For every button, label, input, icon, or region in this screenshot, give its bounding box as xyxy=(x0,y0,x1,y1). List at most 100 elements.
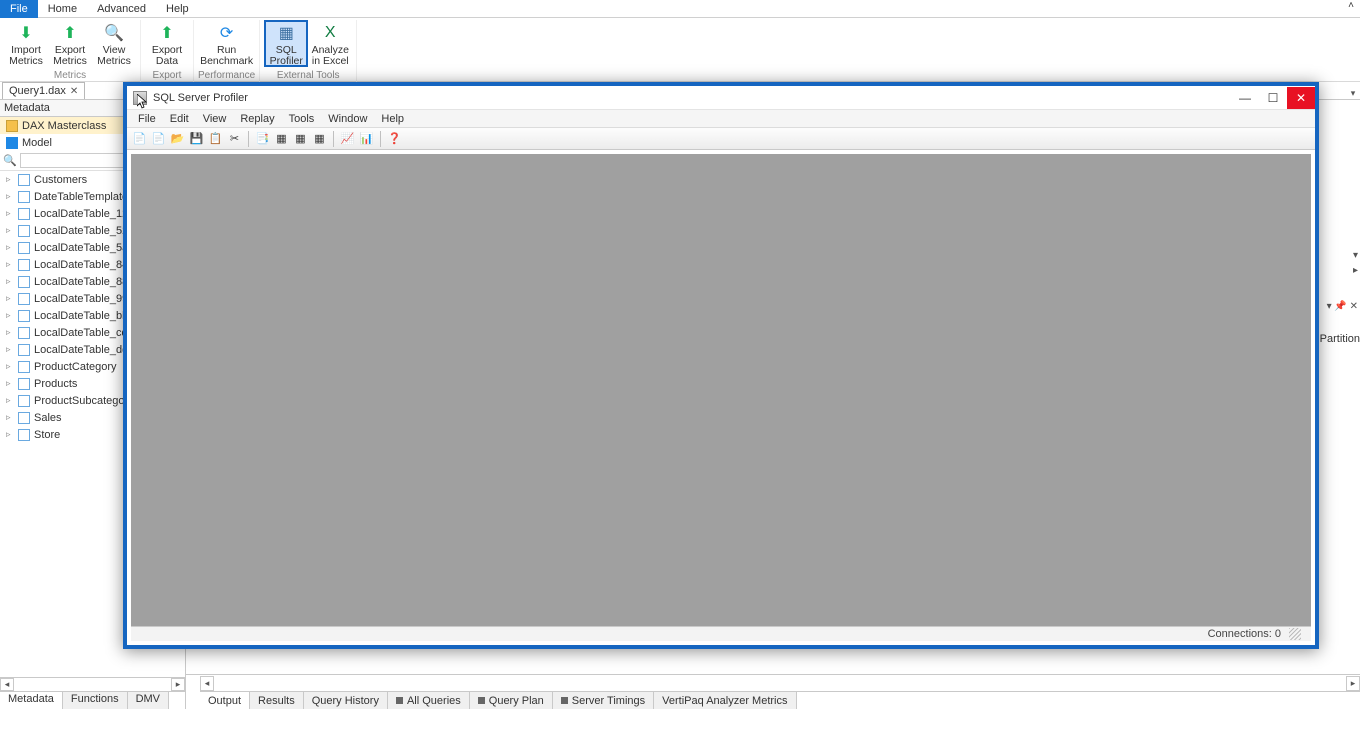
profiler-toolbar-button[interactable]: ✂ xyxy=(226,130,243,147)
output-tab-query-history[interactable]: Query History xyxy=(304,692,388,709)
profiler-toolbar-button[interactable]: 📄 xyxy=(150,130,167,147)
pane-toggle-icon[interactable]: ▾ xyxy=(1353,250,1358,261)
expand-icon[interactable]: ▹ xyxy=(6,344,14,355)
pane-pin-icon[interactable]: ▾ 📌 ✕ xyxy=(1327,301,1358,312)
expand-icon[interactable]: ▹ xyxy=(6,327,14,338)
scroll-left-icon[interactable]: ◂ xyxy=(200,676,214,691)
output-tab-query-plan[interactable]: Query Plan xyxy=(470,692,553,709)
folder-icon xyxy=(6,120,18,132)
profiler-toolbar-button[interactable]: ❓ xyxy=(386,130,403,147)
export-metrics-icon: ⬆ xyxy=(59,22,81,44)
table-icon xyxy=(18,293,30,305)
output-tab-server-timings[interactable]: Server Timings xyxy=(553,692,654,709)
profiler-toolbar-button[interactable]: 📊 xyxy=(358,130,375,147)
stop-icon xyxy=(396,697,403,704)
tab-advanced[interactable]: Advanced xyxy=(87,0,156,18)
profiler-toolbar-button[interactable]: ▦ xyxy=(311,130,328,147)
profiler-toolbar-button[interactable]: 📋 xyxy=(207,130,224,147)
metadata-tab-functions[interactable]: Functions xyxy=(63,692,128,709)
table-icon xyxy=(18,395,30,407)
pane-expand-icon[interactable]: ▸ xyxy=(1353,265,1358,276)
scroll-right-icon[interactable]: ▸ xyxy=(171,678,185,691)
close-button[interactable]: ✕ xyxy=(1287,87,1315,109)
expand-icon[interactable]: ▹ xyxy=(6,429,14,440)
expand-icon[interactable]: ▹ xyxy=(6,361,14,372)
output-tab-results[interactable]: Results xyxy=(250,692,304,709)
expand-icon[interactable]: ▹ xyxy=(6,395,14,406)
doc-tab-overflow-icon[interactable]: ▾ xyxy=(1346,88,1360,99)
profiler-toolbar-button[interactable]: 💾 xyxy=(188,130,205,147)
profiler-menu-file[interactable]: File xyxy=(131,113,163,125)
tab-label: VertiPaq Analyzer Metrics xyxy=(662,695,787,707)
profiler-toolbar-button[interactable]: ▦ xyxy=(292,130,309,147)
stop-icon xyxy=(478,697,485,704)
ribbon-group-label: External Tools xyxy=(277,70,340,81)
metadata-bottom-tabs: MetadataFunctionsDMV xyxy=(0,691,185,709)
output-tab-all-queries[interactable]: All Queries xyxy=(388,692,470,709)
profiler-statusbar: Connections: 0 xyxy=(131,626,1311,641)
expand-icon[interactable]: ▹ xyxy=(6,310,14,321)
app-menu-tabs: File Home Advanced Help ˄ xyxy=(0,0,1360,18)
profiler-toolbar-button[interactable]: 📂 xyxy=(169,130,186,147)
table-icon xyxy=(18,242,30,254)
table-label: ProductCategory xyxy=(34,361,117,373)
expand-icon[interactable]: ▹ xyxy=(6,293,14,304)
maximize-button[interactable]: ☐ xyxy=(1259,87,1287,109)
expand-icon[interactable]: ▹ xyxy=(6,242,14,253)
resize-grip-icon[interactable] xyxy=(1289,628,1301,640)
profiler-menu-tools[interactable]: Tools xyxy=(282,113,322,125)
expand-icon[interactable]: ▹ xyxy=(6,276,14,287)
editor-hscroll[interactable]: ◂ ▸ xyxy=(186,674,1360,691)
partition-header: Partition xyxy=(1320,333,1360,345)
output-tabs: OutputResults Query History All QueriesQue… xyxy=(200,691,1360,709)
expand-icon[interactable]: ▹ xyxy=(6,378,14,389)
table-label: Sales xyxy=(34,412,62,424)
minimize-button[interactable]: — xyxy=(1231,87,1259,109)
profiler-toolbar-button[interactable]: 📑 xyxy=(254,130,271,147)
connections-label: Connections: 0 xyxy=(1208,628,1281,640)
profiler-toolbar-button[interactable]: ▦ xyxy=(273,130,290,147)
profiler-titlebar[interactable]: SQL Server Profiler — ☐ ✕ xyxy=(127,86,1315,110)
metadata-tab-metadata[interactable]: Metadata xyxy=(0,692,63,709)
export-metrics-button[interactable]: ⬆Export Metrics xyxy=(48,20,92,67)
table-label: Store xyxy=(34,429,60,441)
close-icon[interactable]: ✕ xyxy=(70,86,78,97)
ribbon-collapse-icon[interactable]: ˄ xyxy=(1342,0,1360,17)
profiler-app-icon xyxy=(133,91,147,105)
profiler-toolbar: 📄📄📂💾📋✂📑▦▦▦📈📊❓ xyxy=(127,128,1315,150)
table-icon xyxy=(18,310,30,322)
tab-help[interactable]: Help xyxy=(156,0,199,18)
profiler-menu-window[interactable]: Window xyxy=(321,113,374,125)
profiler-toolbar-button[interactable]: 📄 xyxy=(131,130,148,147)
metadata-tab-dmv[interactable]: DMV xyxy=(128,692,169,709)
expand-icon[interactable]: ▹ xyxy=(6,259,14,270)
output-tab-output[interactable]: Output xyxy=(200,692,250,709)
analyze-in-excel-button[interactable]: XAnalyze in Excel xyxy=(308,20,352,67)
expand-icon[interactable]: ▹ xyxy=(6,208,14,219)
scroll-right-icon[interactable]: ▸ xyxy=(1346,676,1360,691)
export-data-button[interactable]: ⬆Export Data xyxy=(145,20,189,67)
profiler-menu-edit[interactable]: Edit xyxy=(163,113,196,125)
profiler-toolbar-button[interactable]: 📈 xyxy=(339,130,356,147)
output-tab-vertipaq-analyzer-metrics[interactable]: VertiPaq Analyzer Metrics xyxy=(654,692,796,709)
run-benchmark-button[interactable]: ⟳Run Benchmark xyxy=(205,20,249,67)
doc-tab-query1[interactable]: Query1.dax ✕ xyxy=(2,82,85,99)
import-metrics-button[interactable]: ⬇Import Metrics xyxy=(4,20,48,67)
tab-label: Query History xyxy=(312,695,379,707)
metadata-hscroll[interactable]: ◂ ▸ xyxy=(0,677,185,691)
expand-icon[interactable]: ▹ xyxy=(6,174,14,185)
tab-file[interactable]: File xyxy=(0,0,38,18)
profiler-mdi-area xyxy=(131,154,1311,627)
expand-icon[interactable]: ▹ xyxy=(6,191,14,202)
profiler-menu-help[interactable]: Help xyxy=(374,113,411,125)
expand-icon[interactable]: ▹ xyxy=(6,412,14,423)
view-metrics-button[interactable]: 🔍View Metrics xyxy=(92,20,136,67)
profiler-menu-view[interactable]: View xyxy=(196,113,234,125)
sql-profiler-button[interactable]: ▦SQL Profiler xyxy=(264,20,308,67)
analyze-in-excel-label: Analyze in Excel xyxy=(312,45,349,67)
stop-icon xyxy=(561,697,568,704)
tab-home[interactable]: Home xyxy=(38,0,87,18)
scroll-left-icon[interactable]: ◂ xyxy=(0,678,14,691)
expand-icon[interactable]: ▹ xyxy=(6,225,14,236)
profiler-menu-replay[interactable]: Replay xyxy=(233,113,281,125)
